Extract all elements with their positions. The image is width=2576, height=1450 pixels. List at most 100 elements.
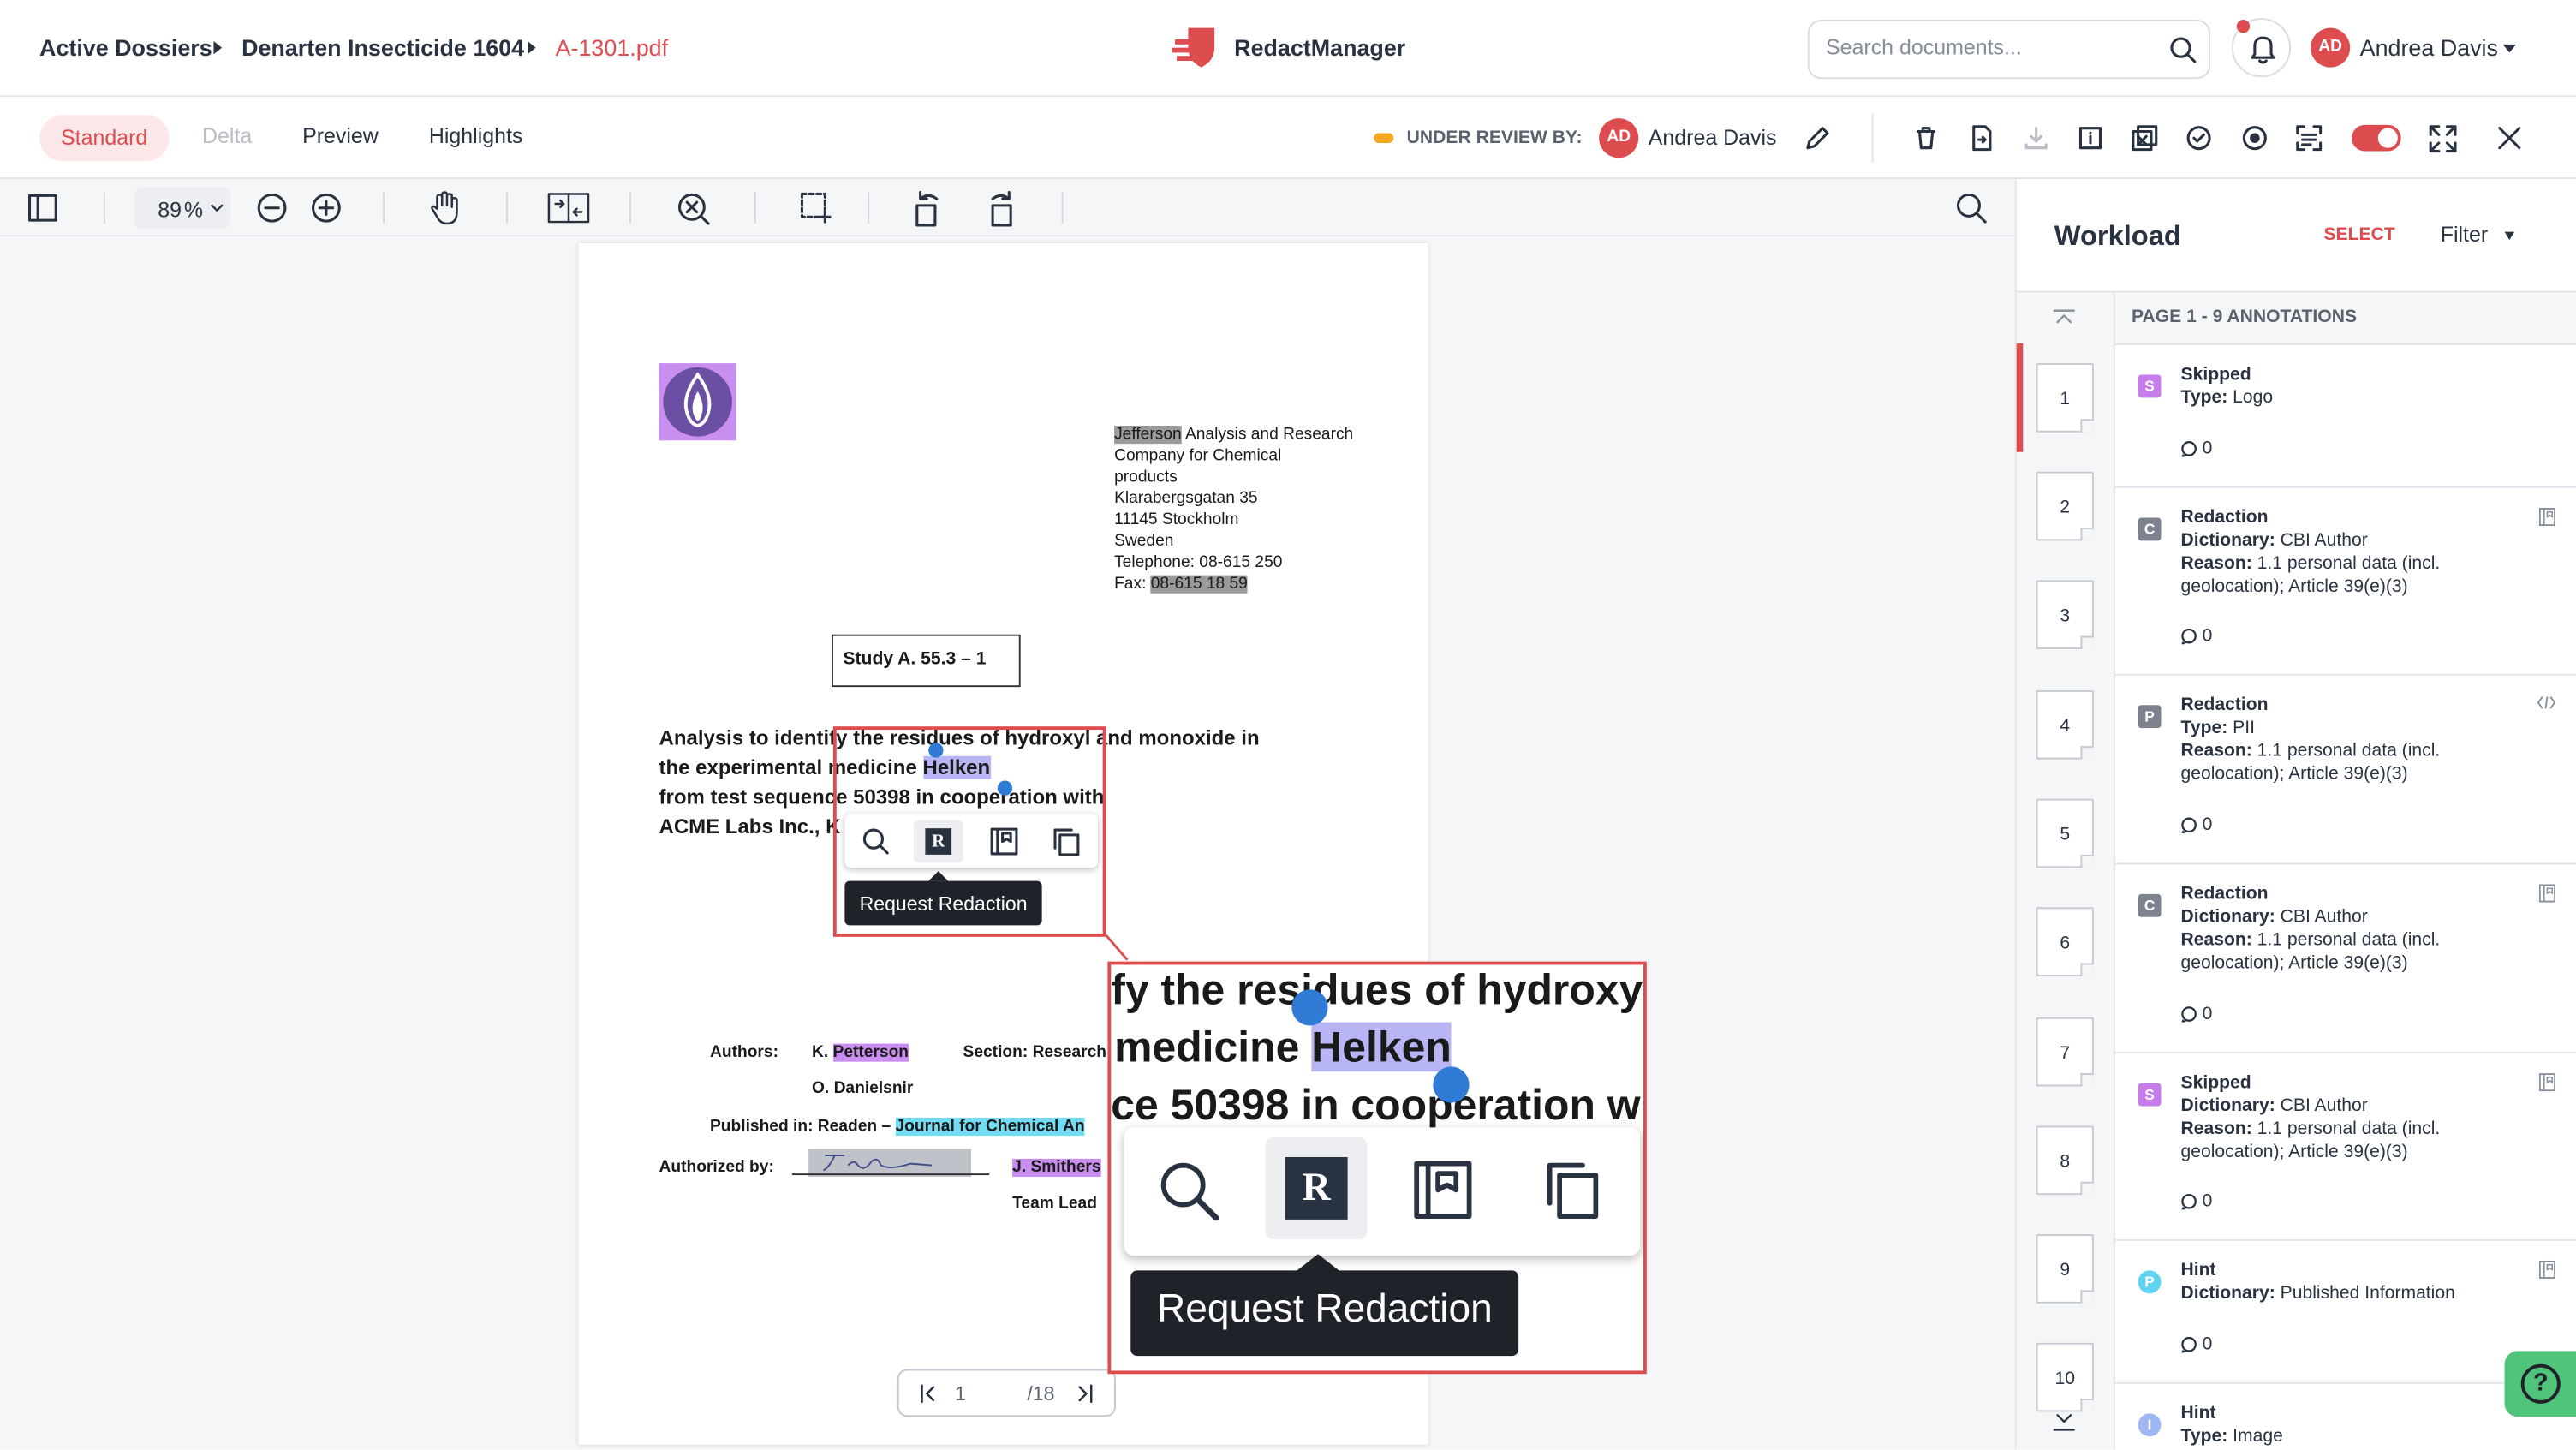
annotation-title: Redaction — [2180, 507, 2269, 528]
review-label: UNDER REVIEW BY: — [1406, 128, 1583, 148]
page-thumbnail[interactable]: 7 — [2036, 1017, 2094, 1087]
approve-check-icon[interactable] — [2185, 125, 2212, 152]
notifications-button[interactable] — [2232, 18, 2292, 78]
code-brackets-icon[interactable] — [2537, 695, 2556, 710]
page-thumbnail[interactable]: 9 — [2036, 1234, 2094, 1304]
zoom-helken-highlight[interactable]: Helken — [1311, 1022, 1452, 1072]
reviewer-avatar: AD — [1599, 118, 1639, 158]
authorizer-redaction[interactable]: J. Smithers — [1012, 1158, 1101, 1178]
tab-standard[interactable]: Standard — [39, 115, 170, 162]
tab-delta[interactable]: Delta — [202, 123, 252, 148]
dictionary-book-icon[interactable] — [2538, 1073, 2556, 1092]
annotation-card[interactable]: P Redaction Type: PII Reason: 1.1 personal … — [2114, 676, 2576, 865]
active-page-indicator — [2016, 343, 2024, 452]
document-search-icon[interactable] — [1956, 193, 1987, 224]
breadcrumb-active-dossiers[interactable]: Active Dossiers — [39, 34, 212, 61]
annotation-comments[interactable]: 0 — [2181, 1334, 2212, 1354]
highlights-toggle[interactable] — [2352, 124, 2401, 152]
annotation-comments[interactable]: 0 — [2181, 1191, 2212, 1211]
download-icon[interactable] — [2023, 125, 2049, 152]
tab-preview[interactable]: Preview — [302, 123, 379, 148]
document-export-icon[interactable] — [1969, 125, 1995, 152]
annotation-card[interactable]: S Skipped Type: Logo 0 — [2114, 345, 2576, 488]
user-menu-chevron-icon[interactable] — [2502, 44, 2516, 53]
page-thumbnail[interactable]: 6 — [2036, 907, 2094, 976]
page-number-input[interactable]: 1 — [955, 1382, 966, 1405]
page-thumbnail-number: 1 — [2060, 389, 2071, 409]
zoom-text-line: medicine Helken — [1114, 1022, 1452, 1072]
page-thumbnail[interactable]: 8 — [2036, 1125, 2094, 1196]
first-page-icon[interactable] — [919, 1384, 939, 1404]
page-thumbnail[interactable]: 10 — [2036, 1342, 2094, 1412]
divider — [1871, 113, 1874, 163]
annotation-card[interactable]: C Redaction Dictionary: CBI Author Reason: … — [2114, 864, 2576, 1054]
zoom-in-icon[interactable] — [311, 193, 342, 224]
fullscreen-icon[interactable] — [2429, 125, 2457, 153]
page-thumbnail[interactable]: 1 — [2036, 363, 2094, 433]
search-redactions-icon[interactable] — [676, 191, 712, 227]
filter-button[interactable]: Filter — [2441, 222, 2488, 247]
help-button[interactable]: ? — [2504, 1351, 2576, 1417]
scroll-to-bottom-icon[interactable] — [2053, 1411, 2076, 1431]
annotation-comments[interactable]: 0 — [2181, 1005, 2212, 1024]
search-box[interactable] — [1807, 20, 2211, 80]
toggle-sidebar-icon[interactable] — [28, 194, 58, 222]
rectangle-select-icon[interactable] — [799, 191, 832, 224]
zoom-select[interactable]: 89 % — [134, 187, 230, 229]
page-fold-corner — [2080, 854, 2094, 868]
excel-export-icon[interactable] — [2132, 125, 2158, 152]
dictionary-book-icon[interactable] — [2538, 1260, 2556, 1279]
annotation-detail: Type: Logo — [2180, 387, 2274, 408]
user-name[interactable]: Andrea Davis — [2360, 34, 2498, 61]
page-thumbnail[interactable]: 5 — [2036, 798, 2094, 868]
company-logo-flame-icon[interactable] — [659, 363, 736, 441]
info-icon[interactable] — [2078, 125, 2104, 152]
dictionary-book-icon[interactable] — [2538, 884, 2556, 903]
annotation-type-badge: P — [2138, 705, 2162, 729]
ocr-scan-icon[interactable] — [2296, 125, 2323, 152]
journal-hint[interactable]: Journal for Chemical An — [895, 1117, 1085, 1136]
signature-image[interactable] — [808, 1149, 972, 1178]
annotation-comments[interactable]: 0 — [2181, 815, 2212, 835]
filter-chevron-icon[interactable] — [2504, 231, 2515, 241]
tab-highlights[interactable]: Highlights — [429, 123, 523, 148]
dictionary-book-icon[interactable] — [2538, 507, 2556, 527]
scroll-to-top-icon[interactable] — [2053, 309, 2076, 329]
breadcrumb-dossier[interactable]: Denarten Insecticide 1604 — [242, 34, 524, 61]
authorized-label: Authorized by: — [659, 1158, 774, 1178]
search-input[interactable] — [1826, 34, 2155, 60]
compare-icon[interactable] — [547, 193, 590, 224]
trash-icon[interactable] — [1913, 125, 1940, 152]
page-thumbnail[interactable]: 2 — [2036, 471, 2094, 541]
page-thumbnail[interactable]: 3 — [2036, 580, 2094, 650]
copy-icon[interactable] — [1052, 826, 1082, 856]
annotation-card[interactable]: S Skipped Dictionary: CBI Author Reason: 1.… — [2114, 1053, 2576, 1241]
edit-reviewer-pencil-icon[interactable] — [1804, 125, 1831, 152]
last-page-icon[interactable] — [1075, 1384, 1094, 1404]
page-thumbnail-number: 4 — [2060, 716, 2071, 737]
document-viewer[interactable]: Jefferson Analysis and Research Company … — [0, 236, 2015, 1450]
annotation-title: Skipped — [2180, 365, 2251, 385]
annotation-card[interactable]: C Redaction Dictionary: CBI Author Reason: … — [2114, 488, 2576, 676]
breadcrumb-file[interactable]: A-1301.pdf — [556, 34, 668, 61]
zoom-out-icon[interactable] — [256, 193, 287, 224]
popup-search-icon[interactable] — [862, 826, 891, 856]
request-redaction-button[interactable]: R — [913, 820, 963, 863]
address-line: products — [1114, 468, 1178, 487]
dictionary-book-icon[interactable] — [989, 826, 1019, 856]
divider — [103, 192, 105, 224]
pan-hand-icon[interactable] — [429, 191, 460, 225]
page-thumbnail[interactable]: 4 — [2036, 689, 2094, 760]
author-redaction[interactable]: Petterson — [832, 1043, 909, 1062]
annotation-comments[interactable]: 0 — [2181, 626, 2212, 646]
close-icon[interactable] — [2496, 125, 2523, 152]
record-icon[interactable] — [2242, 125, 2269, 152]
user-avatar[interactable]: AD — [2311, 27, 2351, 68]
rotate-left-icon[interactable] — [912, 189, 945, 227]
annotation-comments[interactable]: 0 — [2181, 439, 2212, 458]
search-icon[interactable] — [2169, 36, 2197, 64]
fax-redaction[interactable]: 08-615 18 59 — [1150, 575, 1248, 594]
rotate-right-icon[interactable] — [984, 189, 1017, 227]
select-button[interactable]: SELECT — [2323, 225, 2394, 245]
company-name-redaction[interactable]: Jefferson — [1114, 426, 1182, 445]
